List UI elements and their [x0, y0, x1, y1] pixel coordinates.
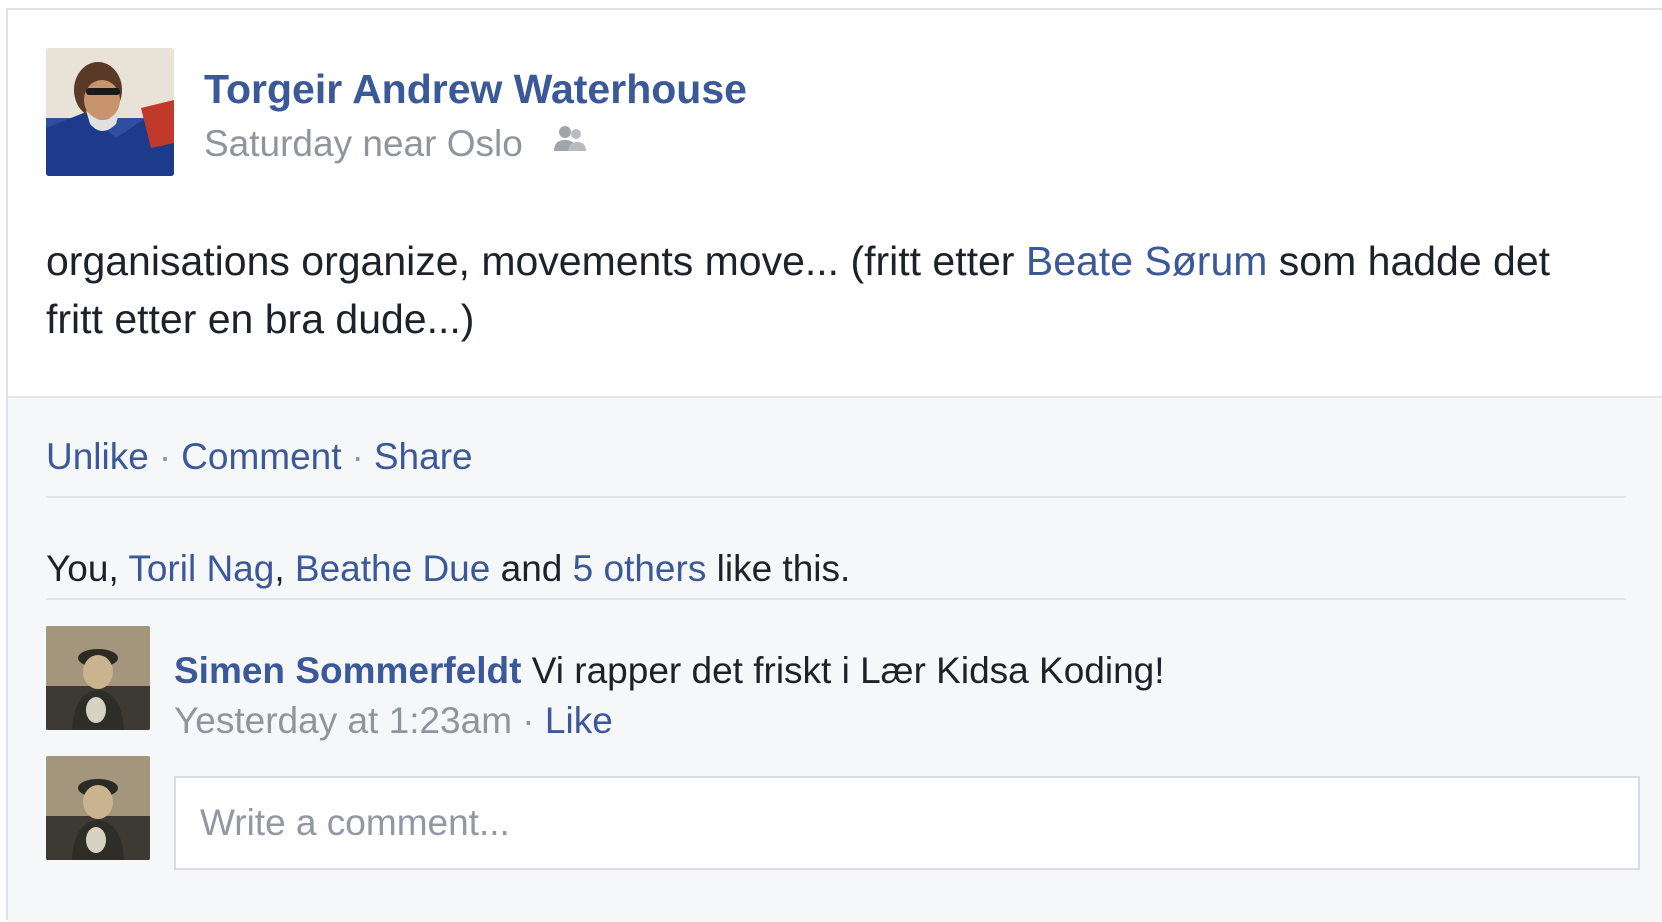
friends-icon[interactable]: [553, 122, 587, 164]
commenter-name[interactable]: Simen Sommerfeldt: [174, 650, 521, 691]
story-timestamp[interactable]: Saturday near Oslo: [204, 123, 523, 164]
viewer-photo-icon: [46, 756, 150, 860]
comment-link[interactable]: Comment: [181, 436, 341, 477]
likes-suffix: like this.: [706, 548, 851, 589]
likes-and: and: [490, 548, 573, 589]
comment: Simen Sommerfeldt Vi rapper det friskt i…: [174, 650, 1165, 692]
liker-link[interactable]: Beathe Due: [295, 548, 490, 589]
action-bar: Unlike · Comment · Share: [46, 436, 473, 478]
author-name[interactable]: Torgeir Andrew Waterhouse: [204, 66, 747, 113]
action-separator: ·: [158, 436, 172, 477]
divider: [46, 598, 1626, 600]
commenter-photo-icon: [46, 626, 150, 730]
feed-story: Torgeir Andrew Waterhouse Saturday near …: [6, 8, 1662, 922]
message-text-start: organisations organize, movements move..…: [46, 238, 1026, 284]
story-message: organisations organize, movements move..…: [46, 232, 1606, 348]
comment-meta-separator: ·: [512, 700, 545, 741]
likes-you: You,: [46, 548, 129, 589]
divider: [46, 496, 1626, 498]
feedback-section: Unlike · Comment · Share You, Toril Nag, Bea…: [8, 396, 1662, 922]
viewer-avatar: [46, 756, 150, 860]
comment-timestamp[interactable]: Yesterday at 1:23am: [174, 700, 512, 741]
likes-comma: ,: [274, 548, 295, 589]
comment-meta: Yesterday at 1:23am · Like: [174, 700, 613, 742]
action-separator: ·: [351, 436, 364, 477]
comment-like-link[interactable]: Like: [545, 700, 613, 741]
comment-input[interactable]: [174, 776, 1640, 870]
story-meta: Saturday near Oslo: [204, 123, 587, 165]
commenter-avatar[interactable]: [46, 626, 150, 730]
liker-link[interactable]: Toril Nag: [128, 548, 274, 589]
mentioned-person-link[interactable]: Beate Sørum: [1026, 238, 1268, 284]
likes-sentence: You, Toril Nag, Beathe Due and 5 others …: [46, 548, 850, 590]
share-link[interactable]: Share: [374, 436, 473, 477]
others-likers-link[interactable]: 5 others: [573, 548, 707, 589]
author-avatar[interactable]: [46, 48, 174, 176]
comment-text: Vi rapper det friskt i Lær Kidsa Koding!: [521, 650, 1165, 691]
author-photo-icon: [46, 48, 174, 176]
unlike-link[interactable]: Unlike: [46, 436, 149, 477]
